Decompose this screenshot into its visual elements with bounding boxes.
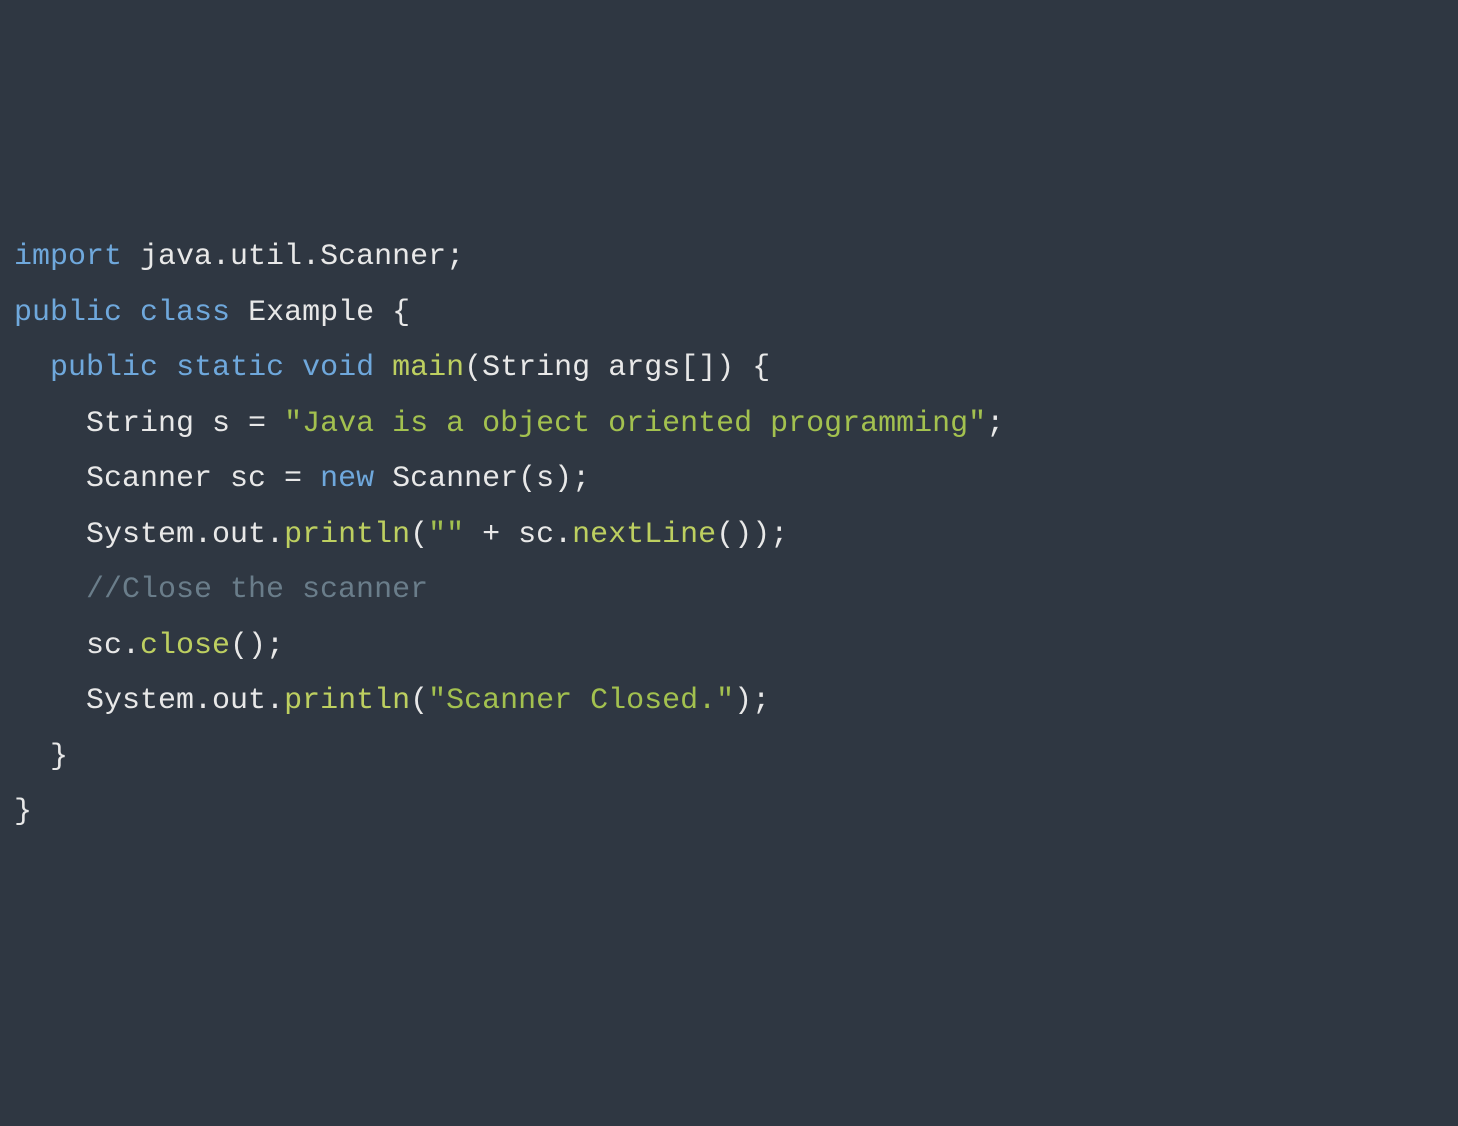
brackets: [] xyxy=(680,351,716,385)
keyword-static: static xyxy=(176,351,284,385)
code-line-7: //Close the scanner xyxy=(14,573,428,607)
indent xyxy=(14,740,50,774)
lparen: ( xyxy=(410,684,428,718)
indent xyxy=(14,629,86,663)
indent xyxy=(14,351,50,385)
indent xyxy=(14,462,86,496)
code-line-9: System.out.println("Scanner Closed."); xyxy=(14,684,770,718)
code-line-10: } xyxy=(14,740,68,774)
package-path: java.util.Scanner xyxy=(122,240,446,274)
code-line-1: import java.util.Scanner; xyxy=(14,240,464,274)
rest: ()); xyxy=(716,518,788,552)
rest: ); xyxy=(734,684,770,718)
keyword-void: void xyxy=(302,351,374,385)
lparen: ( xyxy=(410,518,428,552)
string-literal: "Java is a object oriented programming" xyxy=(284,407,986,441)
semicolon: ; xyxy=(446,240,464,274)
string-literal: "" xyxy=(428,518,464,552)
declaration: String s = xyxy=(86,407,284,441)
rest: (); xyxy=(230,629,284,663)
object-ref: System.out. xyxy=(86,684,284,718)
comment: //Close the scanner xyxy=(86,573,428,607)
brace-close: } xyxy=(50,740,68,774)
declaration: Scanner sc = xyxy=(86,462,320,496)
object-ref: System.out. xyxy=(86,518,284,552)
keyword-public: public xyxy=(50,351,158,385)
lparen: ( xyxy=(464,351,482,385)
keyword-class: class xyxy=(140,296,230,330)
object-ref: sc. xyxy=(86,629,140,663)
code-line-6: System.out.println("" + sc.nextLine()); xyxy=(14,518,788,552)
class-name: Example xyxy=(230,296,392,330)
method-nextline: nextLine xyxy=(572,518,716,552)
indent xyxy=(14,407,86,441)
code-block: import java.util.Scanner; public class E… xyxy=(14,230,1444,841)
keyword-public: public xyxy=(14,296,122,330)
method-main: main xyxy=(392,351,464,385)
indent xyxy=(14,573,86,607)
indent xyxy=(14,684,86,718)
code-line-4: String s = "Java is a object oriented pr… xyxy=(14,407,1004,441)
code-line-2: public class Example { xyxy=(14,296,410,330)
brace-open: { xyxy=(392,296,410,330)
brace-close: } xyxy=(14,795,32,829)
param: String args xyxy=(482,351,680,385)
indent xyxy=(14,518,86,552)
code-line-8: sc.close(); xyxy=(14,629,284,663)
constructor-call: Scanner(s); xyxy=(374,462,590,496)
keyword-import: import xyxy=(14,240,122,274)
semicolon: ; xyxy=(986,407,1004,441)
concat: + sc. xyxy=(464,518,572,552)
method-close: close xyxy=(140,629,230,663)
code-line-5: Scanner sc = new Scanner(s); xyxy=(14,462,590,496)
keyword-new: new xyxy=(320,462,374,496)
code-line-3: public static void main(String args[]) { xyxy=(14,351,770,385)
rparen-brace: ) { xyxy=(716,351,770,385)
string-literal: "Scanner Closed." xyxy=(428,684,734,718)
method-println: println xyxy=(284,518,410,552)
method-println: println xyxy=(284,684,410,718)
code-line-11: } xyxy=(14,795,32,829)
